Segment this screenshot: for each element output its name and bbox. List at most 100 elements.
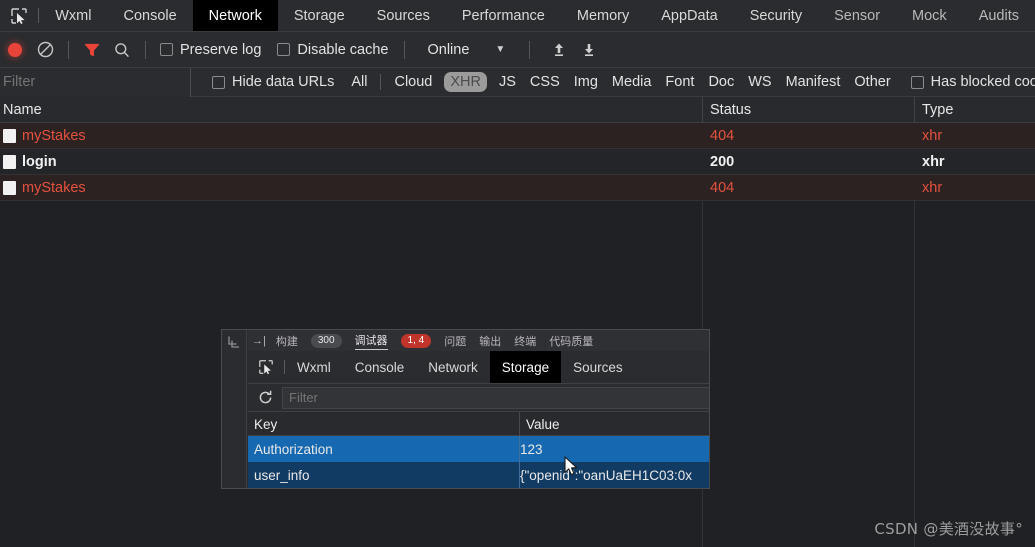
inner-tab-storage[interactable]: Storage	[489, 351, 562, 383]
network-toolbar: Preserve log Disable cache Online ▼	[0, 32, 1035, 68]
hide-data-urls-checkbox[interactable]: Hide data URLs	[212, 74, 334, 90]
filter-type-cloud[interactable]: Cloud	[388, 72, 438, 92]
tab-security[interactable]: Security	[734, 0, 818, 31]
mouse-cursor-icon	[564, 456, 580, 482]
tab-performance[interactable]: Performance	[446, 0, 561, 31]
sidebar-toggle-icon[interactable]: →|	[252, 335, 266, 347]
inner-tab-network[interactable]: Network	[416, 351, 490, 383]
preserve-log-checkbox[interactable]: Preserve log	[160, 42, 261, 58]
ide-tab-terminal[interactable]: 终端	[514, 333, 536, 349]
filter-type-all[interactable]: All	[345, 72, 373, 92]
disable-cache-checkbox[interactable]: Disable cache	[277, 42, 388, 58]
column-header-key[interactable]: Key	[254, 412, 277, 436]
filter-type-js[interactable]: JS	[493, 72, 522, 92]
filter-input[interactable]	[0, 67, 191, 97]
filter-funnel-icon[interactable]	[77, 32, 107, 68]
inspect-element-icon[interactable]	[0, 0, 38, 31]
tab-wxml[interactable]: Wxml	[39, 0, 107, 31]
row-type: xhr	[922, 154, 945, 170]
inner-devtools-panel: →| 构建 300 调试器 1, 4 问题 输出 终端 代码质量 Wxml Co…	[221, 329, 710, 489]
network-table-header: Name Status Type	[0, 97, 1035, 123]
file-icon	[3, 181, 16, 195]
filter-divider	[380, 74, 382, 90]
tab-network[interactable]: Network	[192, 0, 278, 31]
toolbar-divider-2	[145, 40, 146, 59]
inner-tab-console[interactable]: Console	[343, 351, 417, 383]
column-header-name[interactable]: Name	[3, 97, 42, 123]
tab-audits[interactable]: Audits	[963, 0, 1035, 31]
chevron-down-icon[interactable]: ▼	[495, 44, 505, 55]
filter-type-font[interactable]: Font	[659, 72, 700, 92]
storage-row-value: 123	[520, 441, 543, 457]
storage-row-key: Authorization	[254, 441, 333, 457]
storage-row-key: user_info	[254, 467, 310, 483]
row-status: 404	[710, 128, 735, 144]
tab-console[interactable]: Console	[107, 0, 192, 31]
has-blocked-cookies-checkbox[interactable]: Has blocked cookies	[910, 74, 1035, 90]
preserve-log-label: Preserve log	[180, 41, 262, 58]
ide-tab-debugger[interactable]: 调试器	[354, 332, 388, 350]
filter-type-css[interactable]: CSS	[524, 72, 566, 92]
preserve-log-box[interactable]	[160, 43, 173, 56]
export-har-icon[interactable]	[574, 32, 604, 68]
column-header-status[interactable]: Status	[710, 97, 751, 123]
column-header-type[interactable]: Type	[922, 97, 953, 123]
throttling-select[interactable]: Online	[427, 42, 469, 58]
row-name: myStakes	[22, 128, 86, 144]
column-header-value[interactable]: Value	[526, 412, 560, 436]
tab-appdata[interactable]: AppData	[645, 0, 733, 31]
refresh-icon[interactable]	[248, 389, 282, 406]
inner-panel-gutter	[222, 330, 247, 488]
network-filter-bar: Hide data URLs All Cloud XHR JS CSS Img …	[0, 67, 1035, 97]
ide-bottom-tabs: →| 构建 300 调试器 1, 4 问题 输出 终端 代码质量	[248, 330, 709, 351]
table-row[interactable]: myStakes 404 xhr	[0, 175, 1035, 201]
tab-mock[interactable]: Mock	[896, 0, 963, 31]
storage-table-body: Authorization 123 user_info {"openid":"o…	[248, 436, 709, 488]
ide-tab-output[interactable]: 输出	[479, 333, 501, 349]
ide-tab-code-quality[interactable]: 代码质量	[549, 333, 593, 349]
storage-filter-bar	[248, 384, 709, 412]
filter-type-ws[interactable]: WS	[742, 72, 777, 92]
tab-sources[interactable]: Sources	[361, 0, 446, 31]
ide-tab-build[interactable]: 构建	[276, 333, 298, 349]
filter-type-other[interactable]: Other	[848, 72, 896, 92]
import-har-icon[interactable]	[544, 32, 574, 68]
has-blocked-cookies-label: Has blocked cookies	[930, 74, 1035, 90]
build-count-badge: 300	[310, 333, 342, 348]
ide-tab-problems[interactable]: 问题	[444, 333, 466, 349]
filter-type-media[interactable]: Media	[606, 72, 658, 92]
tab-storage[interactable]: Storage	[278, 0, 361, 31]
inner-inspect-element-icon[interactable]	[248, 351, 284, 383]
storage-filter-input[interactable]	[282, 386, 709, 409]
header-divider-1[interactable]	[702, 97, 703, 123]
search-icon[interactable]	[107, 32, 137, 68]
disable-cache-box[interactable]	[277, 43, 291, 56]
panel-collapse-icon[interactable]	[227, 335, 241, 354]
storage-row[interactable]: user_info {"openid":"oanUaEH1C03:0x	[248, 462, 709, 488]
row-type: xhr	[922, 128, 943, 144]
storage-table-header: Key Value	[248, 412, 709, 436]
row-status: 404	[710, 180, 735, 196]
inner-devtools-tabbar: Wxml Console Network Storage Sources	[248, 351, 709, 384]
tab-memory[interactable]: Memory	[561, 0, 645, 31]
row-name: login	[22, 154, 57, 170]
inner-tab-sources[interactable]: Sources	[561, 351, 635, 383]
inner-tab-wxml[interactable]: Wxml	[285, 351, 343, 383]
clear-icon[interactable]	[30, 32, 60, 68]
has-blocked-cookies-box[interactable]	[910, 75, 924, 89]
tab-sensor[interactable]: Sensor	[818, 0, 896, 31]
filter-type-xhr[interactable]: XHR	[444, 72, 487, 92]
filter-type-doc[interactable]: Doc	[702, 72, 740, 92]
filter-type-manifest[interactable]: Manifest	[780, 72, 847, 92]
storage-row-selected[interactable]: Authorization 123	[248, 436, 709, 462]
hide-data-urls-box[interactable]	[212, 75, 225, 89]
record-icon[interactable]	[0, 32, 30, 68]
devtools-window: Wxml Console Network Storage Sources Per…	[0, 0, 1035, 547]
table-row[interactable]: myStakes 404 xhr	[0, 123, 1035, 149]
header-divider-2[interactable]	[914, 97, 915, 123]
filter-type-img[interactable]: Img	[568, 72, 604, 92]
storage-row-value: {"openid":"oanUaEH1C03:0x	[520, 467, 692, 483]
file-icon	[3, 129, 16, 143]
table-row[interactable]: login 200 xhr	[0, 149, 1035, 175]
storage-header-divider[interactable]	[519, 412, 520, 436]
